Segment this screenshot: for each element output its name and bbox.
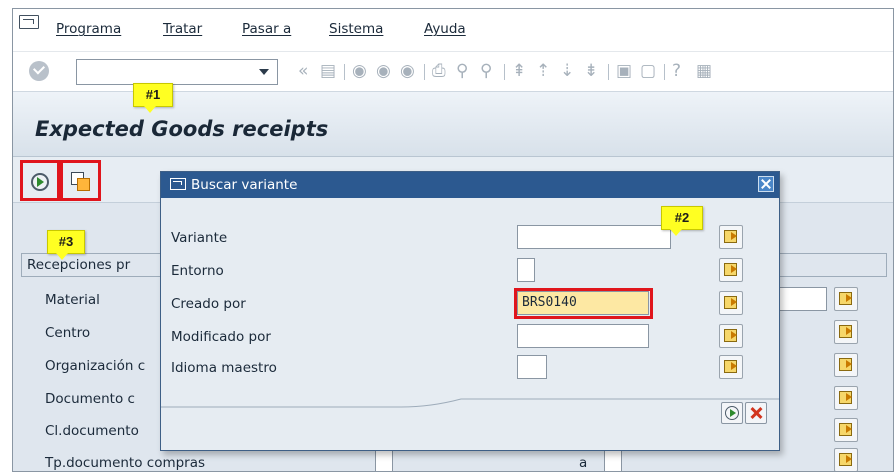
enter-icon[interactable]: [29, 61, 49, 81]
toolbar-separator: [504, 64, 505, 80]
highlight-box: [60, 160, 101, 201]
field-label-documento: Documento c: [45, 391, 135, 407]
shortcut-icon[interactable]: ▢: [640, 62, 656, 80]
callout-1: #1: [133, 83, 173, 113]
multiple-selection-button[interactable]: [719, 324, 743, 348]
last-page-icon[interactable]: ⇟: [584, 62, 598, 80]
help-icon[interactable]: ?: [672, 62, 681, 80]
multiple-selection-button[interactable]: [719, 291, 743, 315]
multiple-selection-button[interactable]: [834, 320, 858, 344]
dialog-title: Buscar variante: [191, 177, 298, 193]
multiple-selection-button[interactable]: [719, 225, 743, 249]
multiple-selection-button[interactable]: [834, 353, 858, 377]
close-icon[interactable]: [758, 176, 774, 192]
multiple-selection-button[interactable]: [719, 355, 743, 379]
menu-pasar-a[interactable]: Pasar a: [242, 21, 291, 37]
highlight-box: [514, 288, 653, 319]
dialog-label-creado-por: Creado por: [171, 296, 246, 312]
menu-bar: Programa Tratar Pasar a Sistema Ayuda: [13, 9, 893, 51]
group-box-title: Recepciones pr: [27, 257, 131, 273]
multiple-selection-button[interactable]: [834, 386, 858, 410]
multiple-selection-button[interactable]: [834, 448, 858, 471]
layout-icon[interactable]: ▦: [696, 62, 712, 80]
variante-input[interactable]: [517, 225, 671, 249]
next-page-icon[interactable]: ⇣: [560, 62, 574, 80]
dialog-label-entorno: Entorno: [171, 263, 224, 279]
exit-icon[interactable]: ◉: [376, 62, 391, 80]
prev-page-icon[interactable]: ⇡: [536, 62, 550, 80]
idioma-maestro-input[interactable]: [517, 355, 547, 379]
find-next-icon[interactable]: ⚲: [480, 62, 492, 80]
nav-back-icon[interactable]: ◉: [352, 62, 367, 80]
page-title: Expected Goods receipts: [35, 117, 329, 141]
field-label-material: Material: [45, 292, 100, 308]
cancel-icon[interactable]: ◉: [400, 62, 415, 80]
menu-ayuda[interactable]: Ayuda: [424, 21, 466, 37]
callout-3: #3: [47, 230, 85, 260]
entorno-input[interactable]: [517, 258, 535, 282]
toolbar-separator: [344, 64, 345, 80]
chevron-down-icon[interactable]: [259, 69, 269, 75]
toolbar-separator: [424, 64, 425, 80]
dialog-cancel-button[interactable]: [745, 402, 767, 424]
callout-2: #2: [661, 206, 703, 236]
highlight-box: [20, 160, 60, 201]
new-session-icon[interactable]: ▣: [616, 62, 632, 80]
tp-documento-from-input[interactable]: [375, 450, 393, 471]
menu-programa[interactable]: Programa: [56, 21, 121, 37]
field-label-centro: Centro: [45, 325, 91, 341]
system-menu-icon[interactable]: [19, 15, 39, 29]
dialog-label-variante: Variante: [171, 230, 228, 246]
first-page-icon[interactable]: ⇞: [512, 62, 526, 80]
window-icon: [170, 178, 186, 190]
to-label: a: [579, 455, 588, 471]
find-icon[interactable]: ⚲: [456, 62, 468, 80]
dialog-label-idioma-maestro: Idioma maestro: [171, 360, 277, 376]
field-label-organizacion: Organización c: [45, 358, 146, 374]
multiple-selection-button[interactable]: [719, 258, 743, 282]
field-label-cl-documento: Cl.documento: [45, 423, 139, 439]
dialog-label-modificado-por: Modificado por: [171, 329, 271, 345]
tp-documento-to-input[interactable]: [604, 450, 622, 471]
toolbar-separator: [664, 64, 665, 80]
field-label-tp-documento: Tp.documento compras: [45, 455, 206, 471]
multiple-selection-button[interactable]: [834, 287, 858, 311]
menu-tratar[interactable]: Tratar: [163, 21, 202, 37]
save-icon[interactable]: ▤: [320, 62, 336, 80]
sap-window: Programa Tratar Pasar a Sistema Ayuda « …: [12, 8, 894, 472]
multiple-selection-button[interactable]: [834, 418, 858, 442]
print-icon[interactable]: ⎙: [432, 62, 446, 80]
dialog-execute-button[interactable]: [721, 402, 743, 424]
dialog-divider: [161, 398, 779, 408]
toolbar-separator: [608, 64, 609, 80]
dialog-title-bar: Buscar variante: [161, 172, 779, 198]
modificado-por-input[interactable]: [517, 324, 649, 348]
back-icon[interactable]: «: [298, 62, 308, 80]
command-field[interactable]: [76, 59, 278, 85]
menu-sistema[interactable]: Sistema: [329, 21, 383, 37]
